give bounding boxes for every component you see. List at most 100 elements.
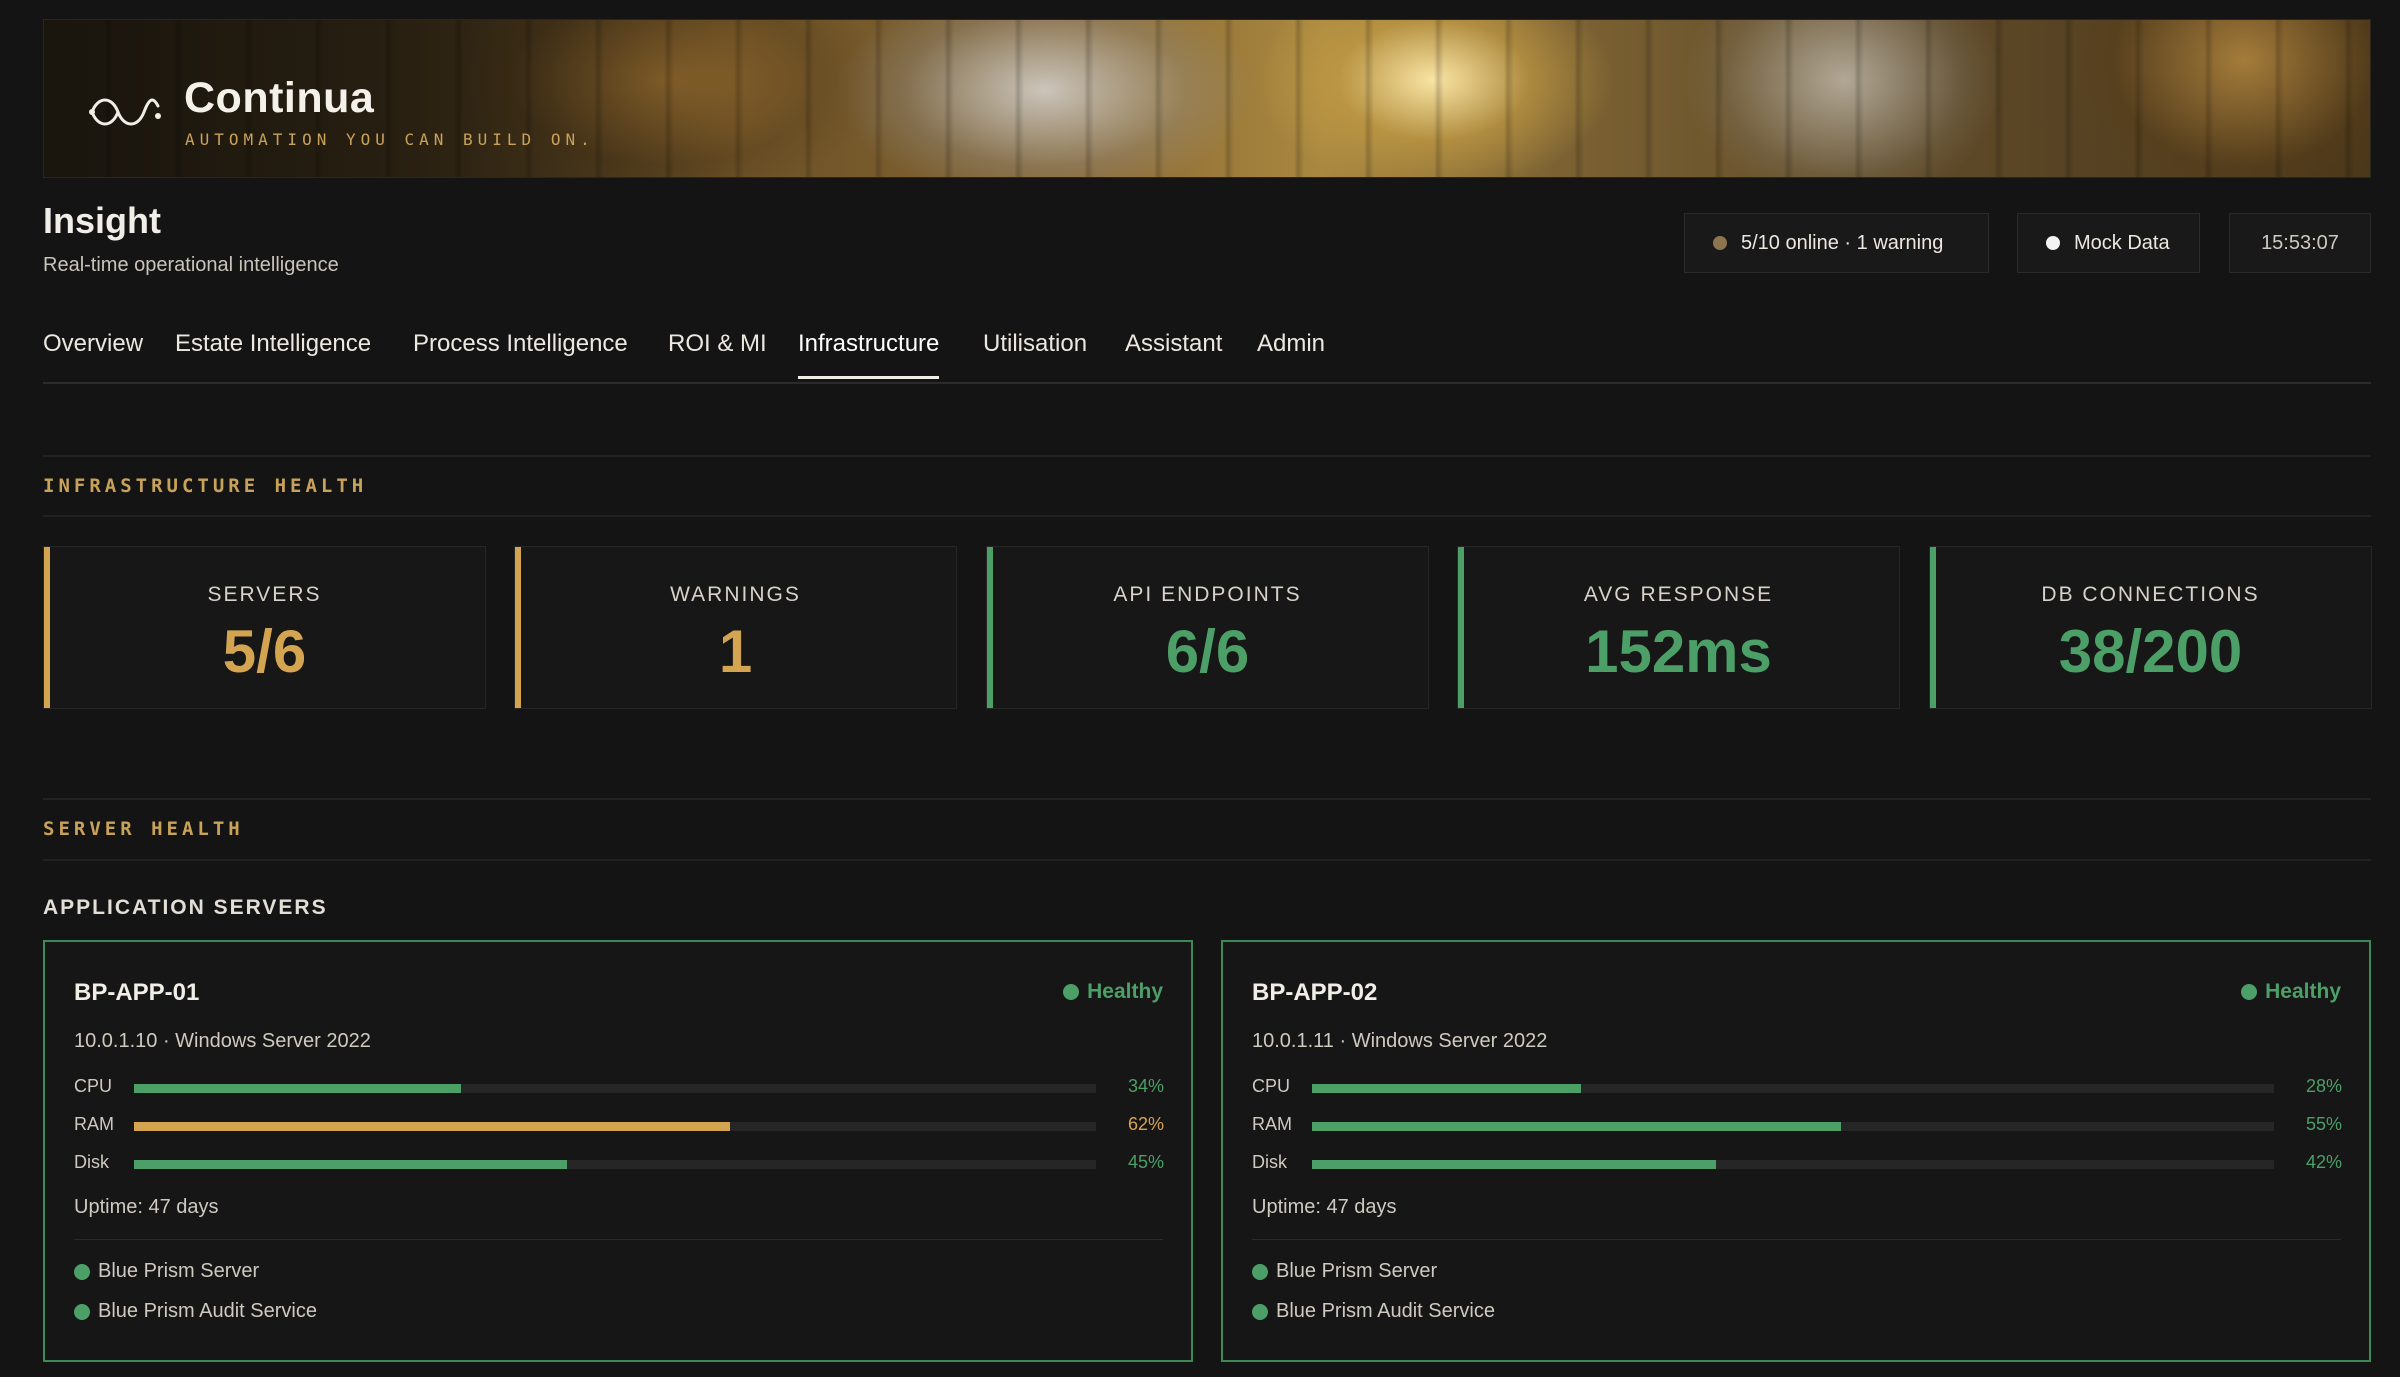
kpi-value: 5/6	[222, 618, 307, 685]
divider	[1252, 1239, 2341, 1240]
section-label-infrastructure-health: INFRASTRUCTURE HEALTH	[43, 475, 368, 497]
page-title: Insight	[43, 200, 161, 241]
kpi-card-warnings: WARNINGS 1	[514, 546, 957, 709]
application-servers-heading: APPLICATION SERVERS	[43, 896, 328, 919]
service-status-dot-icon	[74, 1263, 90, 1280]
tab-estate-intelligence[interactable]: Estate Intelligence	[175, 330, 371, 376]
kpi-card-api-endpoints: API ENDPOINTS 6/6	[986, 546, 1429, 709]
metric-cpu: CPU 34%	[74, 1076, 1164, 1100]
service-item: Blue Prism Audit Service	[74, 1300, 317, 1323]
metric-value: 42%	[2305, 1152, 2342, 1172]
divider	[74, 1239, 1163, 1240]
server-status-text: Healthy	[2265, 980, 2341, 1003]
metric-label: Disk	[74, 1152, 109, 1172]
online-status-text: 5/10 online · 1 warning	[1741, 231, 1944, 254]
metric-track	[134, 1084, 1096, 1093]
divider	[43, 515, 2371, 517]
server-name: BP-APP-02	[1252, 979, 1378, 1006]
service-name: Blue Prism Server	[1276, 1260, 1438, 1282]
metric-track	[1312, 1084, 2274, 1093]
server-name: BP-APP-01	[74, 979, 200, 1006]
server-uptime: Uptime: 47 days	[1252, 1196, 1397, 1218]
metric-value: 28%	[2305, 1076, 2342, 1096]
metric-fill	[1312, 1160, 1717, 1169]
metric-track	[1312, 1160, 2274, 1169]
tab-bar: Overview Estate Intelligence Process Int…	[43, 326, 2371, 384]
metric-fill	[134, 1084, 462, 1093]
metric-fill	[1312, 1122, 1842, 1131]
metric-ram: RAM 62%	[74, 1114, 1164, 1138]
divider	[43, 859, 2371, 861]
kpi-label: SERVERS	[207, 583, 322, 606]
metric-ram: RAM 55%	[1252, 1114, 2342, 1138]
metric-value: 34%	[1127, 1076, 1164, 1096]
kpi-card-servers: SERVERS 5/6	[43, 546, 486, 709]
service-name: Blue Prism Server	[98, 1260, 260, 1282]
server-status: Healthy	[2241, 980, 2341, 1004]
server-status: Healthy	[1063, 980, 1163, 1004]
infinity-wave-icon	[89, 98, 161, 126]
kpi-value: 152ms	[1585, 618, 1772, 685]
service-item: Blue Prism Server	[74, 1260, 259, 1283]
metric-label: RAM	[74, 1114, 114, 1134]
service-name: Blue Prism Audit Service	[98, 1300, 317, 1322]
tab-roi-mi[interactable]: ROI & MI	[668, 330, 767, 376]
tab-utilisation[interactable]: Utilisation	[983, 330, 1087, 376]
tab-process-intelligence[interactable]: Process Intelligence	[413, 330, 628, 376]
metric-label: CPU	[74, 1076, 113, 1096]
service-status-dot-icon	[1252, 1263, 1268, 1280]
mock-data-text: Mock Data	[2074, 231, 2170, 254]
server-card-bp-app-01[interactable]: BP-APP-01 Healthy 10.0.1.10 · Windows Se…	[43, 940, 1193, 1362]
service-status-dot-icon	[74, 1303, 90, 1320]
kpi-value: 6/6	[1165, 618, 1250, 685]
metric-fill	[134, 1122, 731, 1131]
warning-dot-icon	[1713, 236, 1727, 250]
metric-value: 62%	[1127, 1114, 1164, 1134]
kpi-card-avg-response: AVG RESPONSE 152ms	[1457, 546, 1900, 709]
tab-admin[interactable]: Admin	[1257, 330, 1325, 376]
page: Continua AUTOMATION YOU CAN BUILD ON. In…	[0, 0, 2400, 1377]
metric-label: RAM	[1252, 1114, 1292, 1134]
kpi-value: 38/200	[2058, 618, 2243, 685]
metric-disk: Disk 42%	[1252, 1152, 2342, 1176]
kpi-value: 1	[718, 618, 753, 685]
server-meta: 10.0.1.10 · Windows Server 2022	[74, 1030, 371, 1052]
kpi-label: AVG RESPONSE	[1583, 583, 1774, 606]
section-label-server-health: SERVER HEALTH	[43, 818, 244, 840]
metric-track	[1312, 1122, 2274, 1131]
metric-track	[134, 1160, 1096, 1169]
server-meta: 10.0.1.11 · Windows Server 2022	[1252, 1030, 1548, 1052]
metric-fill	[1312, 1084, 1582, 1093]
metric-cpu: CPU 28%	[1252, 1076, 2342, 1100]
divider	[43, 455, 2371, 457]
kpi-label: DB CONNECTIONS	[2041, 583, 2260, 606]
metric-fill	[134, 1160, 567, 1169]
clock-time: 15:53:07	[2261, 231, 2339, 254]
metric-label: Disk	[1252, 1152, 1287, 1172]
server-card-bp-app-02[interactable]: BP-APP-02 Healthy 10.0.1.11 · Windows Se…	[1221, 940, 2371, 1362]
metric-label: CPU	[1252, 1076, 1291, 1096]
tab-overview[interactable]: Overview	[43, 330, 143, 376]
service-item: Blue Prism Audit Service	[1252, 1300, 1495, 1323]
tab-assistant[interactable]: Assistant	[1125, 330, 1222, 376]
tab-infrastructure[interactable]: Infrastructure	[798, 330, 940, 379]
server-status-text: Healthy	[1087, 980, 1163, 1003]
kpi-label: API ENDPOINTS	[1113, 583, 1302, 606]
metric-value: 45%	[1127, 1152, 1164, 1172]
mock-data-pill[interactable]: Mock Data	[2017, 213, 2200, 273]
divider	[43, 798, 2371, 800]
kpi-card-db-connections: DB CONNECTIONS 38/200	[1929, 546, 2372, 709]
mock-dot-icon	[2046, 236, 2060, 250]
hero-banner: Continua AUTOMATION YOU CAN BUILD ON.	[43, 19, 2371, 178]
metric-value: 55%	[2305, 1114, 2342, 1134]
brand-name: Continua	[184, 74, 375, 122]
healthy-dot-icon	[1063, 984, 1080, 1000]
healthy-dot-icon	[2241, 984, 2258, 1000]
online-status-pill[interactable]: 5/10 online · 1 warning	[1684, 213, 1989, 273]
metric-track	[134, 1122, 1096, 1131]
service-status-dot-icon	[1252, 1303, 1268, 1320]
service-name: Blue Prism Audit Service	[1276, 1300, 1495, 1322]
server-uptime: Uptime: 47 days	[74, 1196, 219, 1218]
brand-tagline: AUTOMATION YOU CAN BUILD ON.	[185, 130, 595, 149]
service-item: Blue Prism Server	[1252, 1260, 1437, 1283]
